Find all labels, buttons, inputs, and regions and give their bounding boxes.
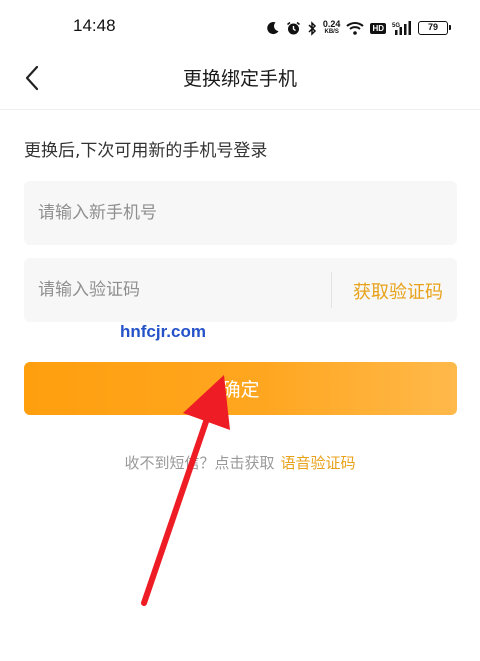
moon-icon (267, 22, 279, 35)
field-divider (331, 272, 332, 308)
page-title: 更换绑定手机 (182, 68, 297, 90)
wifi-icon (346, 22, 365, 35)
footer-hint: 收不到短信？点击获取 语音验证码 (0, 452, 480, 473)
status-bar: 14:48 0.24 KB/S HD 5G 79 (0, 0, 480, 54)
status-icons: 0.24 KB/S HD 5G 79 (266, 17, 451, 39)
verification-code-input[interactable] (38, 258, 328, 322)
battery-icon: 79 (418, 21, 451, 35)
network-speed: 0.24 KB/S (323, 20, 341, 36)
voice-code-link[interactable]: 语音验证码 (281, 454, 356, 472)
new-phone-field (24, 181, 457, 245)
hd-badge: HD (370, 22, 386, 34)
bluetooth-icon (308, 20, 316, 36)
network-speed-value: 0.24 (322, 19, 341, 29)
new-phone-input[interactable] (38, 181, 328, 245)
hint-text: 更换后,下次可用新的手机号登录 (24, 141, 268, 161)
nav-bar: 更换绑定手机 (0, 54, 480, 110)
footer-prompt-text: 收不到短信？点击获取 (124, 454, 275, 472)
battery-level: 79 (427, 22, 438, 32)
status-time: 14:48 (73, 16, 116, 35)
alarm-icon (286, 21, 300, 34)
confirm-button[interactable]: 确定 (24, 362, 457, 415)
signal-type-label: 5G (392, 23, 400, 29)
signal-icon: 5G (392, 21, 411, 35)
verification-code-field: 获取验证码 (24, 258, 457, 322)
watermark-text: hnfcjr.com (120, 322, 206, 341)
network-speed-unit: KB/S (324, 29, 339, 35)
get-code-button[interactable]: 获取验证码 (353, 278, 443, 304)
